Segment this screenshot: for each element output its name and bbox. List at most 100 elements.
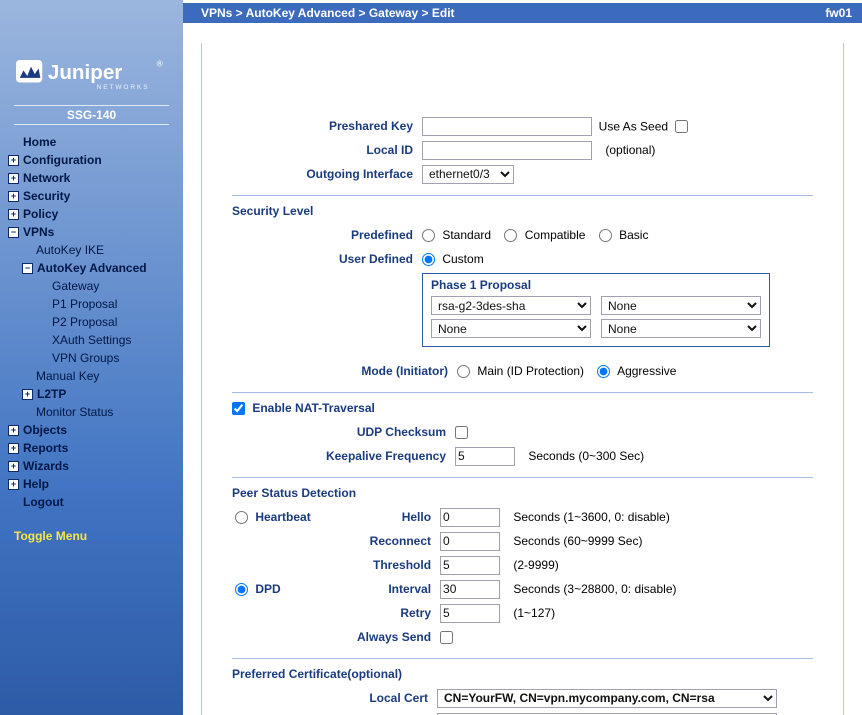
nav-gateway[interactable]: Gateway xyxy=(8,277,175,295)
predefined-compatible-radio[interactable] xyxy=(504,229,517,242)
dpd-radio[interactable] xyxy=(235,583,248,596)
retry-input[interactable] xyxy=(440,604,500,623)
dpd-label: DPD xyxy=(255,582,280,596)
collapse-icon[interactable]: − xyxy=(8,227,19,238)
preshared-key-label: Preshared Key xyxy=(234,115,419,137)
expand-icon[interactable]: + xyxy=(8,191,19,202)
device-model: SSG-140 xyxy=(14,105,169,125)
svg-text:NETWORKS: NETWORKS xyxy=(97,84,150,91)
security-level-title: Security Level xyxy=(232,204,813,218)
nav-vpn-groups[interactable]: VPN Groups xyxy=(8,349,175,367)
use-as-seed-label: Use As Seed xyxy=(599,119,668,133)
nav-monitor-status[interactable]: Monitor Status xyxy=(8,403,175,421)
nav-l2tp[interactable]: +L2TP xyxy=(8,385,175,403)
main-panel: Preshared Key Use As Seed Local ID (opti… xyxy=(183,23,862,715)
enable-nat-traversal-label: Enable NAT-Traversal xyxy=(252,401,375,415)
expand-icon[interactable]: + xyxy=(8,479,19,490)
mode-main-radio[interactable] xyxy=(457,365,470,378)
topbar: VPNs > AutoKey Advanced > Gateway > Edit… xyxy=(183,3,862,23)
nav-p1-proposal[interactable]: P1 Proposal xyxy=(8,295,175,313)
predefined-standard-radio[interactable] xyxy=(422,229,435,242)
nav-home[interactable]: Home xyxy=(8,133,175,151)
phase1-proposal-box: Phase 1 Proposal rsa-g2-3des-sha None No… xyxy=(422,273,770,347)
use-as-seed-checkbox[interactable] xyxy=(675,120,688,133)
threshold-input[interactable] xyxy=(440,556,500,575)
reconnect-input[interactable] xyxy=(440,532,500,551)
toggle-menu-link[interactable]: Toggle Menu xyxy=(8,529,175,543)
peer-status-title: Peer Status Detection xyxy=(232,486,813,500)
expand-icon[interactable]: + xyxy=(8,173,19,184)
form-body: Preshared Key Use As Seed Local ID (opti… xyxy=(201,43,844,715)
nav-p2-proposal[interactable]: P2 Proposal xyxy=(8,313,175,331)
nav-security[interactable]: +Security xyxy=(8,187,175,205)
nav-reports[interactable]: +Reports xyxy=(8,439,175,457)
predefined-label: Predefined xyxy=(234,224,419,246)
enable-nat-traversal-checkbox[interactable] xyxy=(232,402,245,415)
hello-label: Hello xyxy=(356,506,437,528)
phase1-select-4[interactable]: None xyxy=(601,319,761,338)
keepalive-hint: Seconds (0~300 Sec) xyxy=(518,449,644,463)
expand-icon[interactable]: + xyxy=(8,461,19,472)
svg-text:®: ® xyxy=(157,59,164,69)
collapse-icon[interactable]: − xyxy=(22,263,33,274)
outgoing-interface-select[interactable]: ethernet0/3 xyxy=(422,165,514,184)
nav-manual-key[interactable]: Manual Key xyxy=(8,367,175,385)
nav-autokey-ike[interactable]: AutoKey IKE xyxy=(8,241,175,259)
outgoing-interface-label: Outgoing Interface xyxy=(234,163,419,185)
user-defined-custom-label: Custom xyxy=(442,252,483,266)
nav-network[interactable]: +Network xyxy=(8,169,175,187)
preshared-key-input[interactable] xyxy=(422,117,592,136)
user-defined-custom-radio[interactable] xyxy=(422,253,435,266)
expand-icon[interactable]: + xyxy=(8,425,19,436)
juniper-logo: Juniper ® NETWORKS xyxy=(16,55,166,98)
nav-objects[interactable]: +Objects xyxy=(8,421,175,439)
keepalive-input[interactable] xyxy=(455,447,515,466)
nav-logout[interactable]: Logout xyxy=(8,493,175,511)
phase1-select-1[interactable]: rsa-g2-3des-sha xyxy=(431,296,591,315)
phase1-select-3[interactable]: None xyxy=(431,319,591,338)
hostname: fw01 xyxy=(825,6,852,20)
mode-aggressive-radio[interactable] xyxy=(597,365,610,378)
preferred-cert-title: Preferred Certificate(optional) xyxy=(232,667,813,681)
interval-hint: Seconds (3~28800, 0: disable) xyxy=(503,582,676,596)
mode-aggressive-label: Aggressive xyxy=(617,364,676,378)
mode-label: Mode (Initiator) xyxy=(234,360,454,382)
threshold-hint: (2-9999) xyxy=(503,558,558,572)
predefined-compatible-label: Compatible xyxy=(525,228,586,242)
interval-label: Interval xyxy=(356,578,437,600)
interval-input[interactable] xyxy=(440,580,500,599)
nav-help[interactable]: +Help xyxy=(8,475,175,493)
udp-checksum-checkbox[interactable] xyxy=(455,426,468,439)
hello-hint: Seconds (1~3600, 0: disable) xyxy=(503,510,669,524)
expand-icon[interactable]: + xyxy=(8,155,19,166)
predefined-basic-label: Basic xyxy=(619,228,648,242)
predefined-basic-radio[interactable] xyxy=(599,229,612,242)
expand-icon[interactable]: + xyxy=(8,443,19,454)
expand-icon[interactable]: + xyxy=(8,209,19,220)
local-cert-select[interactable]: CN=YourFW, CN=vpn.mycompany.com, CN=rsa xyxy=(437,689,777,708)
heartbeat-radio[interactable] xyxy=(235,511,248,524)
user-defined-label: User Defined xyxy=(234,248,419,270)
nav-wizards[interactable]: +Wizards xyxy=(8,457,175,475)
nav-autokey-advanced[interactable]: −AutoKey Advanced xyxy=(8,259,175,277)
local-id-label: Local ID xyxy=(234,139,419,161)
nav-xauth-settings[interactable]: XAuth Settings xyxy=(8,331,175,349)
always-send-label: Always Send xyxy=(356,626,437,648)
retry-hint: (1~127) xyxy=(503,606,555,620)
nav-configuration[interactable]: +Configuration xyxy=(8,151,175,169)
hello-input[interactable] xyxy=(440,508,500,527)
nav-vpns[interactable]: −VPNs xyxy=(8,223,175,241)
phase1-select-2[interactable]: None xyxy=(601,296,761,315)
local-id-input[interactable] xyxy=(422,141,592,160)
breadcrumb: VPNs > AutoKey Advanced > Gateway > Edit xyxy=(201,6,455,20)
predefined-standard-label: Standard xyxy=(442,228,491,242)
sidebar: Juniper ® NETWORKS SSG-140 Home +Configu… xyxy=(0,0,183,715)
retry-label: Retry xyxy=(356,602,437,624)
nav-policy[interactable]: +Policy xyxy=(8,205,175,223)
heartbeat-label: Heartbeat xyxy=(255,510,310,524)
expand-icon[interactable]: + xyxy=(22,389,33,400)
threshold-label: Threshold xyxy=(356,554,437,576)
always-send-checkbox[interactable] xyxy=(440,631,453,644)
peer-ca-label: Peer CA xyxy=(234,711,434,715)
keepalive-label: Keepalive Frequency xyxy=(234,445,452,467)
